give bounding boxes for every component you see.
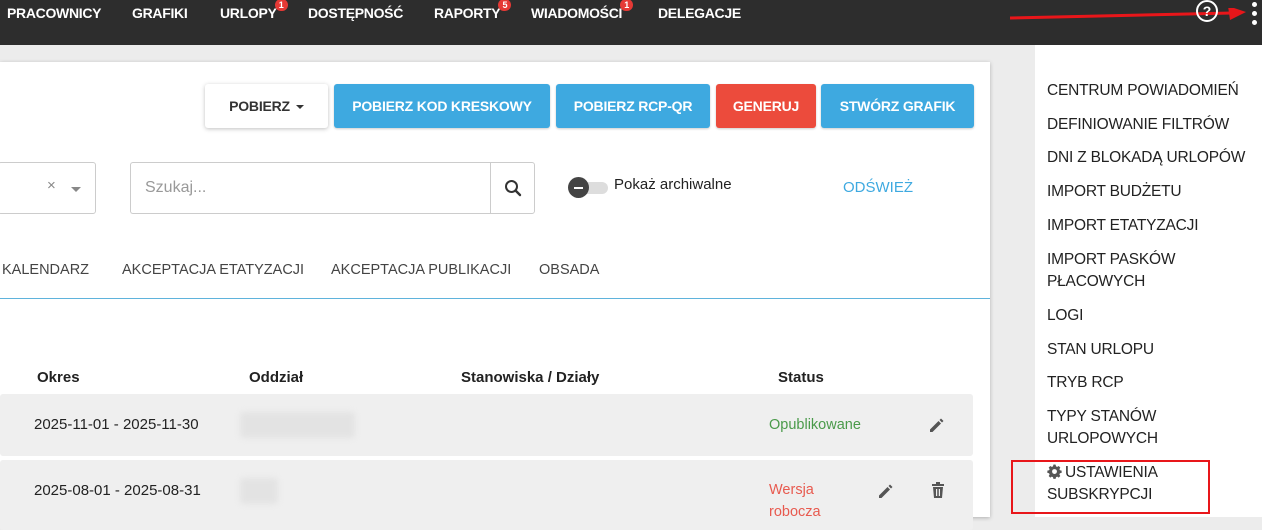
- help-icon[interactable]: ?: [1196, 0, 1218, 22]
- menu-item-notification-center[interactable]: CENTRUM POWIADOMIEŃ: [1047, 80, 1259, 102]
- table-row[interactable]: 2025-11-01 - 2025-11-30 Opublikowane: [0, 394, 973, 456]
- nav-item-dostepnosc[interactable]: DOSTĘPNOŚĆ: [308, 3, 403, 23]
- menu-item-leave-block-days[interactable]: DNI Z BLOKADĄ URLOPÓW: [1047, 147, 1259, 169]
- nav-label: GRAFIKI: [132, 5, 188, 21]
- menu-item-rcp-mode[interactable]: TRYB RCP: [1047, 372, 1259, 394]
- toggle-knob: [568, 177, 589, 198]
- menu-item-staffing-import[interactable]: IMPORT ETATYZACJI: [1047, 215, 1259, 237]
- menu-item-filter-definitions[interactable]: DEFINIOWANIE FILTRÓW: [1047, 114, 1259, 136]
- nav-label: WIADOMOŚCI: [531, 5, 623, 21]
- edit-icon[interactable]: [928, 416, 946, 434]
- refresh-link[interactable]: ODŚWIEŻ: [843, 179, 913, 196]
- notification-badge: 1: [274, 0, 288, 11]
- download-dropdown-button[interactable]: POBIERZ: [205, 84, 328, 128]
- nav-item-urlopy[interactable]: URLOPY 1: [220, 0, 288, 23]
- edit-icon[interactable]: [877, 482, 895, 500]
- red-highlight-annotation: [1011, 460, 1210, 514]
- nav-item-raporty[interactable]: RAPORTY 5: [434, 0, 512, 23]
- more-menu-icon[interactable]: [1250, 2, 1258, 25]
- tab-akceptacja-etatyzacji[interactable]: AKCEPTACJA ETATYZACJI: [122, 262, 304, 278]
- nav-item-wiadomosci[interactable]: WIADOMOŚCI 1: [531, 0, 634, 23]
- menu-item-logs[interactable]: LOGI: [1047, 305, 1259, 327]
- nav-label: RAPORTY: [434, 5, 501, 21]
- nav-item-delegacje[interactable]: DELEGACJE: [658, 3, 741, 23]
- column-header-oddzial: Oddział: [249, 369, 304, 386]
- menu-item-payslip-import[interactable]: IMPORT PASKÓW PŁACOWYCH: [1047, 249, 1207, 293]
- search-icon: [505, 180, 522, 197]
- nav-item-grafiki[interactable]: GRAFIKI: [132, 3, 188, 23]
- nav-label: PRACOWNICY: [7, 5, 102, 21]
- search-input[interactable]: [130, 162, 492, 214]
- nav-label: DOSTĘPNOŚĆ: [308, 5, 404, 21]
- period-cell: 2025-08-01 - 2025-08-31: [34, 482, 201, 499]
- table-row[interactable]: 2025-08-01 - 2025-08-31 Wersja robocza: [0, 460, 973, 530]
- tabs-underline: [0, 298, 990, 299]
- chevron-down-icon: [71, 187, 81, 192]
- tab-akceptacja-publikacji[interactable]: AKCEPTACJA PUBLIKACJI: [331, 262, 511, 278]
- period-cell: 2025-11-01 - 2025-11-30: [34, 416, 199, 433]
- generate-button[interactable]: GENERUJ: [716, 84, 816, 128]
- redacted-department: [240, 412, 355, 438]
- notification-badge: 5: [498, 0, 512, 11]
- caret-down-icon: [295, 105, 304, 110]
- menu-item-leave-balance[interactable]: STAN URLOPU: [1047, 339, 1259, 361]
- archive-toggle[interactable]: [568, 177, 610, 198]
- archive-toggle-label: Pokaż archiwalne: [614, 176, 732, 193]
- trash-icon[interactable]: [929, 481, 947, 499]
- menu-item-leave-state-types[interactable]: TYPY STANÓW URLOPOWYCH: [1047, 406, 1187, 450]
- nav-label: DELEGACJE: [658, 5, 741, 21]
- status-badge: Opublikowane: [769, 417, 861, 433]
- nav-label: URLOPY: [220, 5, 277, 21]
- filter-select[interactable]: ×: [0, 162, 96, 214]
- clear-icon[interactable]: ×: [47, 177, 56, 194]
- menu-item-budget-import[interactable]: IMPORT BUDŻETU: [1047, 181, 1259, 203]
- nav-item-pracownicy[interactable]: PRACOWNICY: [7, 3, 102, 23]
- download-barcode-button[interactable]: POBIERZ KOD KRESKOWY: [334, 84, 550, 128]
- more-menu-panel: CENTRUM POWIADOMIEŃ DEFINIOWANIE FILTRÓW…: [1035, 45, 1262, 517]
- column-header-okres: Okres: [37, 369, 80, 386]
- search-button[interactable]: [490, 162, 535, 214]
- notification-badge: 1: [620, 0, 634, 11]
- create-schedule-button[interactable]: STWÓRZ GRAFIK: [821, 84, 974, 128]
- tab-obsada[interactable]: OBSADA: [539, 262, 599, 278]
- column-header-status: Status: [778, 369, 824, 386]
- download-rcp-qr-button[interactable]: POBIERZ RCP-QR: [556, 84, 710, 128]
- download-label: POBIERZ: [229, 98, 290, 114]
- redacted-department: [240, 478, 278, 504]
- top-navbar: PRACOWNICY GRAFIKI URLOPY 1 DOSTĘPNOŚĆ RA…: [0, 0, 1262, 45]
- status-badge: Wersja robocza: [769, 482, 821, 520]
- schedules-card: POBIERZ POBIERZ KOD KRESKOWY POBIERZ RCP…: [0, 62, 990, 530]
- tab-kalendarz[interactable]: KALENDARZ: [2, 262, 89, 278]
- column-header-stanowiska: Stanowiska / Działy: [461, 369, 600, 386]
